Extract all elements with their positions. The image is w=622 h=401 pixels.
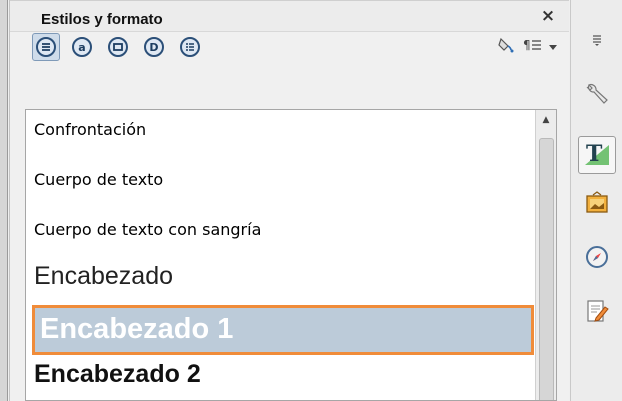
styles-icon: T [583,139,611,171]
paragraph-styles-button[interactable] [32,33,60,61]
list-styles-button[interactable] [176,33,204,61]
gallery-icon [584,190,610,220]
list-item[interactable]: Encabezado [26,262,535,291]
page-styles-button[interactable]: D [140,33,168,61]
list-item-selected[interactable]: Encabezado 1 [32,305,534,355]
properties-wrench-icon [583,81,611,113]
chevron-down-icon[interactable] [549,40,557,55]
list-item[interactable]: Confrontación [26,120,535,139]
sidebar-navigator-button[interactable] [578,240,616,278]
scroll-up-arrow-icon[interactable]: ▲ [536,110,556,130]
new-style-icon[interactable]: ¶ [523,38,543,56]
svg-text:¶: ¶ [523,38,531,52]
sidebar-menu-button[interactable] [578,22,616,60]
menu-icon [590,32,604,51]
sidebar-properties-button[interactable] [578,78,616,116]
list-item[interactable]: Cuerpo de texto [26,170,535,189]
close-button[interactable]: × [537,5,559,27]
manage-changes-icon [584,298,610,328]
scrollbar-thumb[interactable] [539,138,554,400]
fill-format-icon[interactable] [497,36,517,58]
sidebar-deck-tabbar: T [570,0,622,401]
panel-title: Estilos y formato [41,11,163,28]
panel-title-bar: Estilos y formato × [10,0,569,32]
sidebar-styles-button[interactable]: T [578,136,616,174]
frame-styles-button[interactable] [104,33,132,61]
character-styles-icon: a [72,37,92,57]
character-styles-button[interactable]: a [68,33,96,61]
window-left-edge [0,0,8,401]
style-actions: ¶ [497,33,557,61]
list-item[interactable]: Cuerpo de texto con sangría [26,220,535,239]
navigator-icon [584,244,610,274]
sidebar-gallery-button[interactable] [578,186,616,224]
list-styles-icon [180,37,200,57]
page-styles-icon: D [144,37,164,57]
styles-list[interactable]: Confrontación Cuerpo de texto Cuerpo de … [25,109,557,401]
style-category-toolbar: a D ¶ [10,33,569,105]
sidebar-manage-changes-button[interactable] [578,294,616,332]
svg-text:T: T [586,141,603,167]
paragraph-styles-icon [36,37,56,57]
vertical-scrollbar[interactable]: ▲ [535,110,556,400]
frame-styles-icon [108,37,128,57]
list-item[interactable]: Encabezado 2 [26,360,535,389]
